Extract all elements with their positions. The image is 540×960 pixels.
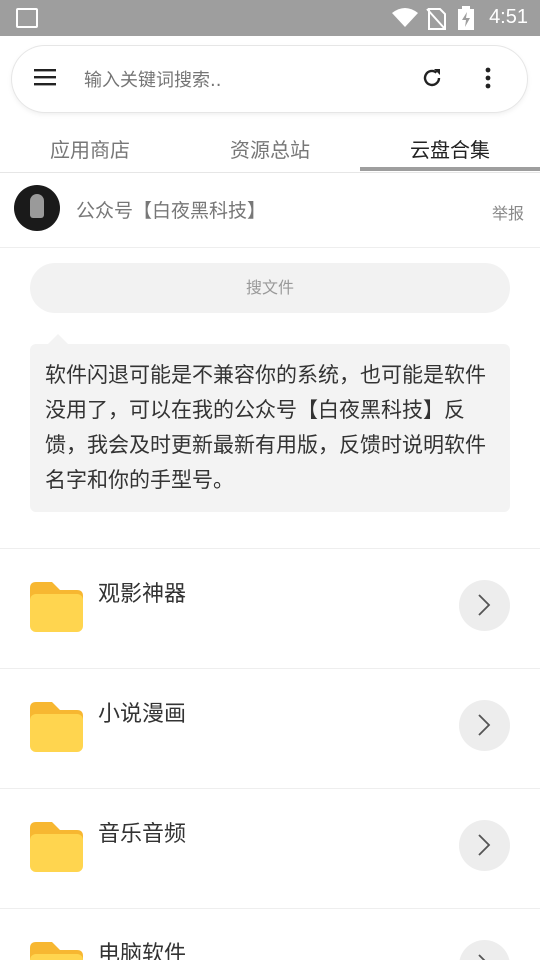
image-icon bbox=[16, 8, 38, 28]
folder-icon bbox=[30, 942, 83, 960]
refresh-icon[interactable] bbox=[420, 66, 444, 90]
folder-icon bbox=[30, 822, 83, 872]
tab-resource-station[interactable]: 资源总站 bbox=[180, 134, 360, 163]
tab-indicator bbox=[360, 167, 540, 171]
search-file-button[interactable]: 搜文件 bbox=[30, 263, 510, 313]
chevron-right-icon[interactable] bbox=[459, 820, 510, 871]
avatar[interactable] bbox=[14, 185, 60, 231]
folder-item[interactable]: 小说漫画 bbox=[0, 669, 540, 789]
wifi-icon bbox=[392, 8, 418, 27]
chevron-right-icon[interactable] bbox=[459, 940, 510, 960]
folder-title: 小说漫画 bbox=[98, 702, 187, 727]
more-vert-icon[interactable] bbox=[484, 66, 492, 90]
battery-charging-icon bbox=[458, 6, 474, 30]
folder-title: 观影神器 bbox=[98, 582, 187, 607]
folder-item[interactable]: 观影神器 bbox=[0, 549, 540, 669]
tab-bar: 应用商店 资源总站 云盘合集 bbox=[0, 124, 540, 173]
status-bar: 4:51 bbox=[0, 0, 540, 36]
folder-icon bbox=[30, 582, 83, 632]
folder-item[interactable]: 音乐音频 bbox=[0, 789, 540, 909]
account-header: 公众号【白夜黑科技】 举报 bbox=[0, 172, 540, 248]
notice-text: 软件闪退可能是不兼容你的系统，也可能是软件没用了，可以在我的公众号【白夜黑科技】… bbox=[45, 363, 486, 492]
notice-bubble: 软件闪退可能是不兼容你的系统，也可能是软件没用了，可以在我的公众号【白夜黑科技】… bbox=[30, 334, 510, 512]
search-input[interactable] bbox=[82, 64, 406, 96]
chevron-right-icon[interactable] bbox=[459, 580, 510, 631]
tab-app-store[interactable]: 应用商店 bbox=[0, 134, 180, 163]
menu-icon[interactable] bbox=[34, 68, 56, 86]
report-button[interactable]: 举报 bbox=[492, 200, 524, 224]
chevron-right-icon[interactable] bbox=[459, 700, 510, 751]
tab-cloud-collection[interactable]: 云盘合集 bbox=[360, 134, 540, 163]
folder-icon bbox=[30, 702, 83, 752]
status-time: 4:51 bbox=[489, 6, 528, 28]
folder-title: 音乐音频 bbox=[98, 822, 187, 847]
account-name: 公众号【白夜黑科技】 bbox=[76, 200, 267, 222]
search-bar bbox=[12, 46, 527, 112]
folder-title: 电脑软件 bbox=[98, 942, 187, 960]
no-sim-icon bbox=[426, 8, 446, 30]
folder-item[interactable]: 电脑软件 bbox=[0, 909, 540, 960]
